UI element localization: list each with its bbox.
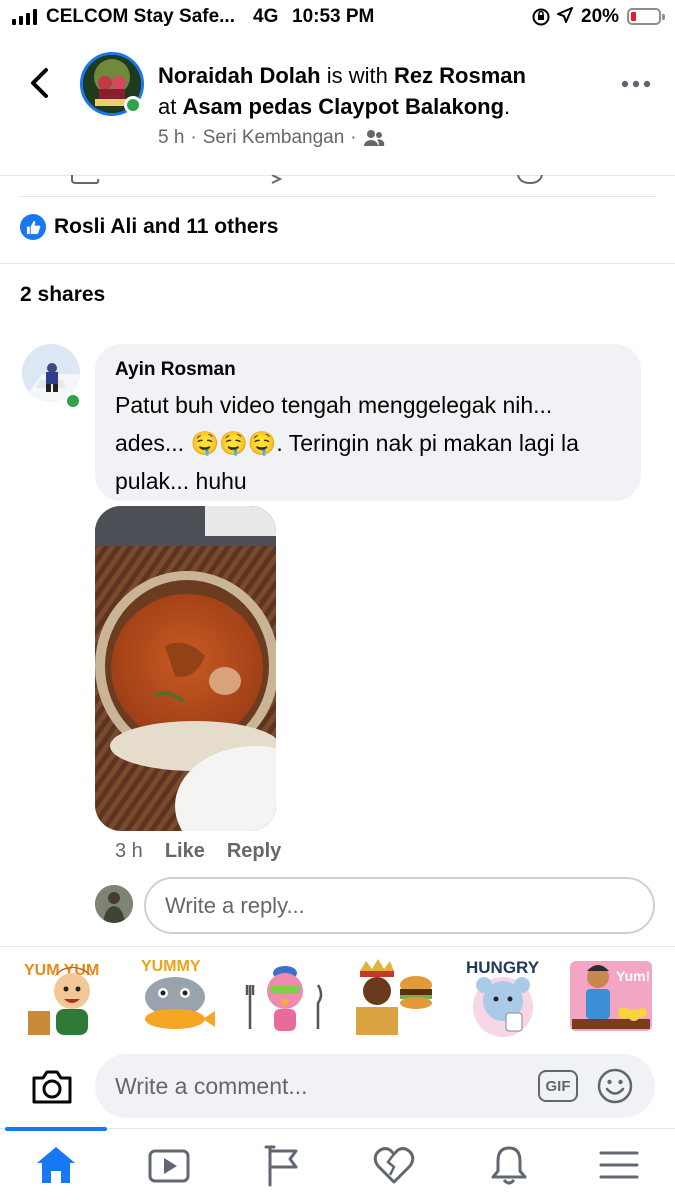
dating-heart-icon[interactable]	[372, 1143, 416, 1187]
reactions-text: Rosli Ali and 11 others	[54, 215, 279, 238]
author-name-link[interactable]: Noraidah Dolah	[158, 63, 321, 88]
post-time[interactable]: 5 h	[158, 127, 184, 149]
online-status-dot	[64, 392, 82, 410]
sticker-yum-yum-yum[interactable]: YUM YUM YUM	[22, 955, 139, 1039]
post-meta: 5 h · Seri Kembangan ·	[158, 127, 385, 149]
with-text: is with	[320, 63, 394, 88]
status-bar: CELCOM Stay Safe... 4G 10:53 PM 20%	[0, 0, 675, 36]
rotation-lock-icon	[531, 7, 551, 32]
comment-text: Patut buh video tengah menggelegak nih..…	[115, 386, 621, 500]
sticker-yummy[interactable]: YUMMY	[135, 955, 217, 1039]
comment-composer: Write a comment... GIF	[0, 1054, 675, 1120]
active-tab-indicator	[5, 1127, 107, 1131]
clock: 10:53 PM	[292, 6, 375, 27]
online-status-dot	[124, 96, 142, 114]
tagged-name-link[interactable]: Rez Rosman	[394, 63, 526, 88]
post-header-text: Noraidah Dolah is with Rez Rosman at Asam…	[158, 60, 588, 122]
post-header: Noraidah Dolah is with Rez Rosman at Asam…	[0, 36, 675, 176]
friends-icon	[363, 130, 384, 146]
my-avatar	[95, 885, 133, 923]
back-arrow-icon[interactable]	[26, 66, 54, 100]
notifications-bell-icon[interactable]	[487, 1143, 531, 1187]
divider	[20, 196, 656, 197]
sticker-suggestions: YUM YUM YUM YUMMY	[0, 955, 675, 1043]
emoji-icon[interactable]	[597, 1068, 633, 1104]
commenter-name[interactable]: Ayin Rosman	[115, 358, 621, 382]
sticker-text: Yum!	[616, 968, 650, 984]
camera-icon[interactable]	[30, 1068, 74, 1106]
like-reaction-icon	[20, 214, 46, 240]
sticker-hungry[interactable]: HUNGRY	[462, 955, 544, 1039]
place-link[interactable]: Asam pedas Claypot Balakong	[182, 94, 504, 119]
reactions-summary[interactable]: Rosli Ali and 11 others	[20, 214, 278, 240]
meta-separator: ·	[190, 127, 197, 148]
sticker-text: YUMMY	[141, 958, 201, 975]
reply-comment-button[interactable]: Reply	[227, 840, 281, 863]
comment-placeholder: Write a comment...	[115, 1072, 308, 1099]
sticker-yum[interactable]: Yum!	[570, 955, 652, 1039]
meta-separator-2: ·	[350, 127, 357, 148]
gif-button[interactable]: GIF	[538, 1070, 578, 1102]
sticker-king-burger[interactable]	[354, 955, 436, 1039]
sticker-text: HUNGRY	[466, 958, 540, 977]
location-arrow-icon	[556, 6, 574, 29]
sticker-bird-fork-knife[interactable]	[244, 955, 326, 1039]
battery-percent: 20%	[581, 6, 620, 27]
carrier-name: CELCOM Stay Safe...	[46, 6, 235, 27]
divider	[0, 946, 675, 947]
drooling-emojis: 🤤🤤🤤	[190, 430, 277, 456]
reply-input[interactable]: Write a reply...	[144, 877, 655, 934]
divider	[0, 263, 675, 264]
like-comment-button[interactable]: Like	[165, 840, 205, 863]
pages-tab-icon[interactable]	[262, 1143, 306, 1187]
network-type: 4G	[253, 6, 279, 27]
more-options-icon[interactable]	[621, 80, 651, 88]
comment-actions: 3 h Like Reply	[115, 840, 281, 863]
comment-time: 3 h	[115, 840, 143, 862]
period: .	[504, 94, 511, 119]
battery-icon	[627, 8, 665, 25]
at-text: at	[158, 94, 183, 119]
bottom-tab-bar	[0, 1127, 675, 1200]
comment-photo[interactable]	[95, 506, 276, 831]
home-tab-icon[interactable]	[34, 1143, 78, 1187]
menu-hamburger-icon[interactable]	[597, 1143, 641, 1187]
post-location: Seri Kembangan	[202, 127, 345, 148]
signal-icon	[12, 9, 37, 25]
post-actions-partial	[71, 175, 543, 185]
watch-tab-icon[interactable]	[147, 1143, 191, 1187]
comment-bubble[interactable]: Ayin Rosman Patut buh video tengah mengg…	[95, 344, 641, 501]
shares-count[interactable]: 2 shares	[20, 283, 105, 307]
